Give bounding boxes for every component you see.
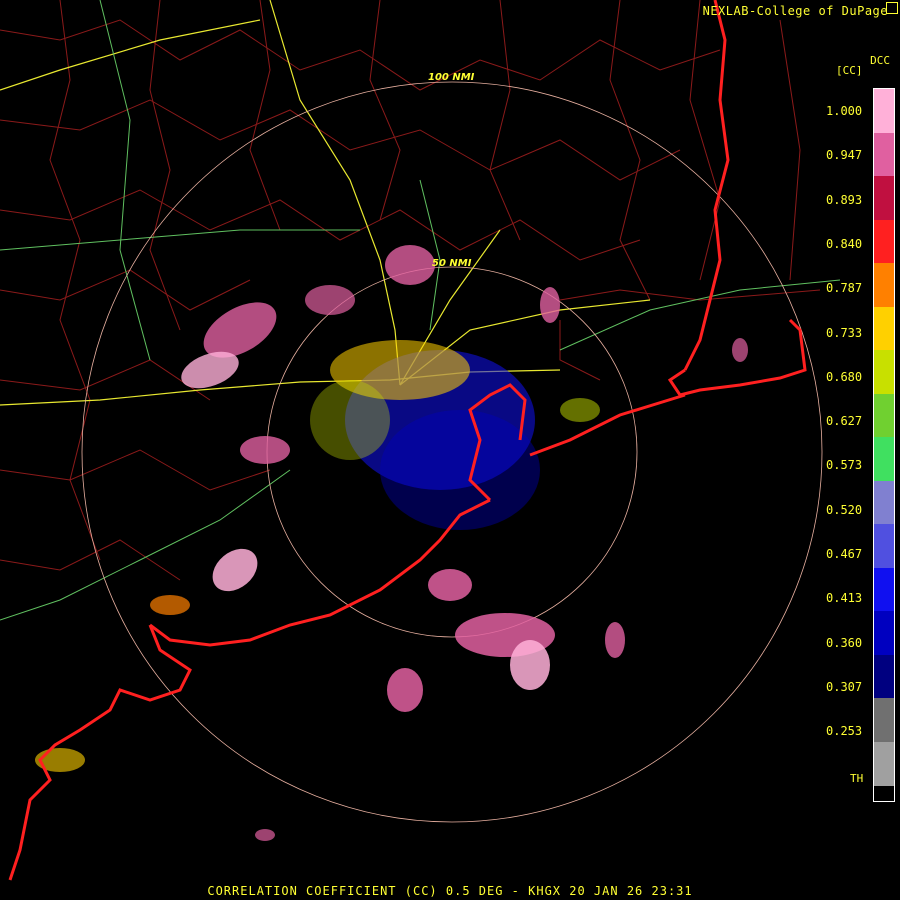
product-caption: CORRELATION COEFFICIENT (CC) 0.5 DEG - K…	[207, 884, 693, 898]
legend-unit: [CC]	[836, 64, 863, 77]
legend-tick-label: 0.360	[826, 635, 863, 650]
legend-swatch	[874, 263, 894, 308]
legend-swatch	[874, 567, 894, 612]
legend-swatch	[874, 654, 894, 699]
legend-tick-label: 0.947	[826, 148, 863, 163]
legend-swatch	[874, 89, 894, 134]
legend-tick-label: 0.893	[826, 192, 863, 207]
product-code: DCC	[870, 54, 890, 67]
legend-tick-label: 0.627	[826, 414, 863, 429]
radar-echoes	[35, 245, 748, 841]
legend-swatch	[874, 132, 894, 177]
legend-tick-label: 0.413	[826, 591, 863, 606]
legend-swatch	[874, 611, 894, 656]
legend-tick-label: 0.253	[826, 724, 863, 739]
legend-tick-label: 0.520	[826, 502, 863, 517]
legend-swatch	[874, 741, 894, 786]
legend-tick-label: 0.733	[826, 325, 863, 340]
legend-swatch	[874, 480, 894, 525]
radar-display: 100 NMI 50 NMI NEXLAB-College of DuPage …	[0, 0, 900, 900]
color-legend	[873, 88, 895, 802]
legend-swatch	[874, 350, 894, 395]
legend-tick-label: 1.000	[826, 104, 863, 118]
ring-label-50-nmi: 50 NMI	[432, 258, 472, 269]
legend-tick-label: 0.680	[826, 369, 863, 384]
legend-tick-label: 0.840	[826, 236, 863, 251]
legend-tick-label: 0.467	[826, 547, 863, 561]
legend-swatch	[874, 219, 894, 264]
radar-map	[0, 0, 841, 881]
threshold-label: TH	[850, 772, 864, 785]
legend-swatch	[874, 437, 894, 482]
highways	[0, 0, 651, 406]
panel-toggle-box[interactable]	[886, 2, 898, 14]
other-roads	[0, 0, 841, 621]
legend-swatch	[874, 524, 894, 569]
legend-swatch	[874, 698, 894, 743]
legend-tick-label: 0.573	[826, 458, 863, 473]
legend-swatch	[874, 306, 894, 351]
legend-swatch	[874, 393, 894, 438]
legend-tick-label: 0.787	[826, 281, 863, 296]
ring-label-100-nmi: 100 NMI	[428, 72, 475, 83]
legend-tick-label: 0.307	[826, 679, 863, 694]
credit-label: NEXLAB-College of DuPage	[702, 4, 888, 18]
legend-swatch	[874, 176, 894, 221]
